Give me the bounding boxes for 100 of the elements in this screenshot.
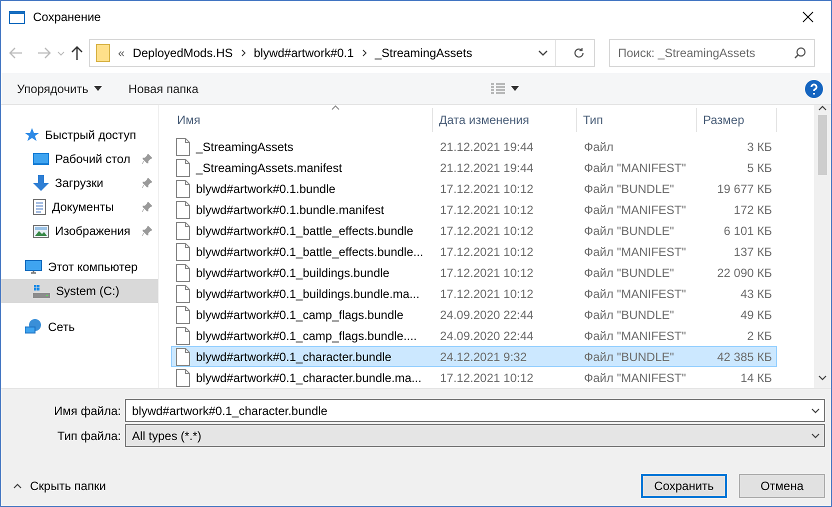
scrollbar[interactable]: [814, 105, 831, 388]
file-name: _StreamingAssets.manifest: [196, 160, 342, 174]
file-icon: [176, 306, 190, 324]
sidebar-item[interactable]: Документы: [1, 195, 158, 219]
file-name: blywd#artwork#0.1_character.bundle: [196, 350, 392, 364]
file-name: blywd#artwork#0.1_buildings.bundle: [196, 266, 390, 280]
file-icon: [176, 222, 190, 240]
save-button[interactable]: Сохранить: [641, 474, 727, 498]
refresh-icon: [573, 47, 585, 59]
file-row[interactable]: blywd#artwork#0.1.bundle.manifest 17.12.2021 10:12 Файл "MANIFEST" 172 КБ: [171, 199, 777, 220]
organize-button[interactable]: Упорядочить: [11, 78, 108, 100]
size-cell-text: 22 090 КБ: [716, 266, 773, 280]
forward-arrow-icon[interactable]: [37, 47, 51, 59]
overflow-chevron[interactable]: «: [118, 46, 125, 60]
size-cell-text: 19 677 КБ: [716, 182, 773, 196]
close-icon: [802, 11, 814, 23]
caret-icon[interactable]: [57, 50, 65, 56]
file-row[interactable]: blywd#artwork#0.1_battle_effects.bundle... 17.12.2021 10:12 Файл "MANIFEST" 137 КБ: [171, 241, 777, 262]
file-row[interactable]: _StreamingAssets 21.12.2021 19:44 Файл 3 КБ: [171, 136, 777, 157]
sidebar-item[interactable]: System (C:): [1, 279, 158, 303]
file-row[interactable]: _StreamingAssets.manifest 21.12.2021 19:44 Файл "MANIFEST" 5 КБ: [171, 157, 777, 178]
file-row[interactable]: blywd#artwork#0.1_buildings.bundle 17.12.2021 10:12 Файл "BUNDLE" 22 090 КБ: [171, 262, 777, 283]
sidebar-item[interactable]: Этот компьютер: [1, 255, 158, 279]
column-header[interactable]: Имя: [171, 108, 433, 132]
type-cell-text: Файл "BUNDLE": [583, 266, 676, 280]
star-icon: [25, 128, 39, 142]
file-row[interactable]: blywd#artwork#0.1_camp_flags.bundle.... 24.09.2020 22:44 Файл "MANIFEST" 2 КБ: [171, 325, 777, 346]
size-cell-text: 14 КБ: [739, 370, 773, 384]
file-icon: [176, 348, 190, 366]
sort-caret-icon: [330, 105, 340, 110]
type-cell-text: Файл "BUNDLE": [583, 350, 676, 364]
file-name: blywd#artwork#0.1_camp_flags.bundle....: [196, 328, 417, 342]
file-name: blywd#artwork#0.1.bundle.manifest: [196, 202, 384, 216]
file-name-field[interactable]: blywd#artwork#0.1_character.bundle: [125, 399, 825, 422]
date-cell-text: 17.12.2021 10:12: [439, 244, 534, 258]
breadcrumb[interactable]: _StreamingAssets: [374, 46, 472, 60]
file-row[interactable]: blywd#artwork#0.1_character.bundle.ma... 17.12.2021 10:12 Файл "MANIFEST" 14 КБ: [171, 367, 777, 388]
file-type-dropdown[interactable]: All types (*.*): [125, 424, 825, 447]
type-cell-text: Файл "MANIFEST": [583, 328, 688, 342]
sidebar-item[interactable]: Рабочий стол: [1, 147, 158, 171]
address-bar[interactable]: « DeployedMods.HS blywd#artwork#0.1 _StreamingAssets: [89, 39, 595, 67]
chevron-icon: [240, 49, 246, 57]
date-cell-text: 24.12.2021 9:32: [439, 350, 528, 364]
breadcrumb[interactable]: DeployedMods.HS: [132, 46, 233, 60]
drive-icon: [33, 284, 50, 298]
sidebar-item[interactable]: Сеть: [1, 315, 158, 339]
type-cell-text: Файл "BUNDLE": [583, 308, 676, 322]
date-cell-text: 21.12.2021 19:44: [439, 140, 534, 154]
column-header[interactable]: Тип: [577, 108, 697, 132]
new-folder-button[interactable]: Новая папка: [122, 78, 204, 100]
window-title: Сохранение: [33, 10, 102, 24]
file-icon: [176, 242, 190, 260]
sidebar-item[interactable]: Быстрый доступ: [1, 123, 158, 147]
cancel-button[interactable]: Отмена: [739, 474, 825, 498]
hide-folders-button[interactable]: Скрыть папки: [1, 475, 114, 497]
dropdown-caret-icon: [811, 408, 820, 414]
scrollbar-thumb[interactable]: [818, 115, 827, 175]
file-icon: [176, 180, 190, 198]
window-icon: [9, 10, 25, 24]
breadcrumb[interactable]: blywd#artwork#0.1: [254, 46, 354, 60]
network-icon: [25, 319, 42, 335]
back-arrow-icon[interactable]: [9, 47, 23, 59]
column-header[interactable]: Размер: [697, 108, 777, 132]
monitor-icon: [25, 260, 42, 274]
file-icon: [176, 264, 190, 282]
file-name: blywd#artwork#0.1_buildings.bundle.ma...: [196, 286, 420, 300]
date-cell-text: 17.12.2021 10:12: [439, 286, 534, 300]
size-cell-text: 5 КБ: [746, 160, 773, 174]
size-cell-text: 3 КБ: [746, 140, 773, 154]
file-icon: [176, 284, 190, 302]
document-icon: [33, 199, 46, 215]
file-name: blywd#artwork#0.1_battle_effects.bundle...: [196, 244, 424, 258]
file-row[interactable]: blywd#artwork#0.1_battle_effects.bundle 17.12.2021 10:12 Файл "BUNDLE" 6 101 КБ: [171, 220, 777, 241]
caret-icon: [94, 86, 102, 91]
file-row[interactable]: blywd#artwork#0.1_character.bundle 24.12.2021 9:32 Файл "BUNDLE" 42 385 КБ: [171, 346, 777, 367]
chevron-icon: [362, 49, 367, 57]
caret-icon: [510, 86, 519, 91]
up-arrow-icon[interactable]: [71, 46, 83, 60]
date-cell-text: 17.12.2021 10:12: [439, 370, 534, 384]
date-cell-text: 24.09.2020 22:44: [439, 308, 534, 322]
file-icon: [176, 158, 190, 176]
file-icon: [176, 200, 190, 218]
column-header[interactable]: Дата изменения: [433, 108, 577, 132]
file-row[interactable]: blywd#artwork#0.1_camp_flags.bundle 24.09.2020 22:44 Файл "BUNDLE" 49 КБ: [171, 304, 777, 325]
size-cell-text: 172 КБ: [732, 202, 773, 216]
type-cell-text: Файл: [583, 140, 615, 154]
search-field[interactable]: Поиск: _StreamingAssets: [609, 39, 815, 67]
file-icon: [176, 326, 190, 344]
list-view-icon: [490, 82, 505, 94]
date-cell-text: 21.12.2021 19:44: [439, 160, 534, 174]
sidebar-item[interactable]: Загрузки: [1, 171, 158, 195]
file-row[interactable]: blywd#artwork#0.1_buildings.bundle.ma... 17.12.2021 10:12 Файл "MANIFEST" 43 КБ: [171, 283, 777, 304]
desktop-icon: [33, 152, 49, 166]
folder-icon: [96, 44, 110, 62]
dropdown-caret-icon: [811, 432, 820, 438]
sidebar-item[interactable]: Изображения: [1, 219, 158, 243]
file-row[interactable]: blywd#artwork#0.1.bundle 17.12.2021 10:12 Файл "BUNDLE" 19 677 КБ: [171, 178, 777, 199]
help-icon[interactable]: [805, 80, 823, 98]
size-cell-text: 43 КБ: [739, 286, 773, 300]
scroll-down-icon: [818, 375, 827, 381]
